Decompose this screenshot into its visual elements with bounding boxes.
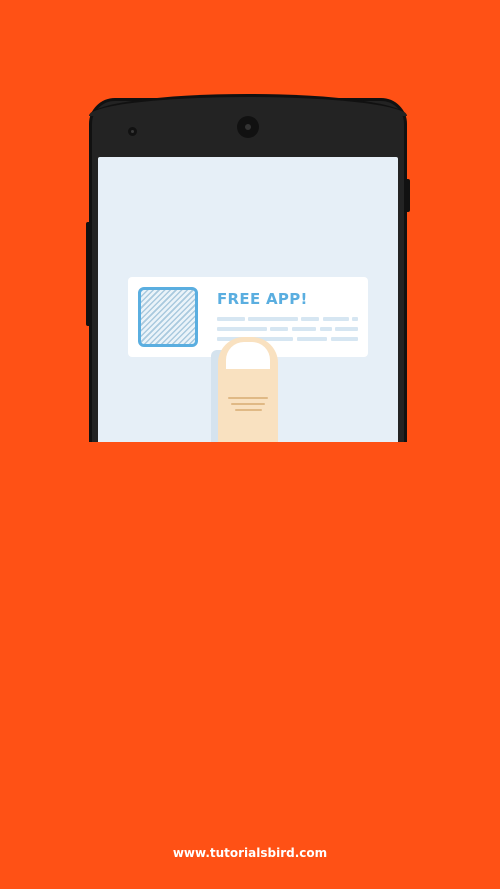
text-line xyxy=(320,327,332,331)
fingernail xyxy=(226,342,270,369)
text-line xyxy=(297,337,327,341)
knuckle-line xyxy=(231,403,265,405)
knuckle-line xyxy=(235,409,262,411)
page: FREE APP! www.tutorialsbird.com xyxy=(0,0,500,889)
ad-title: FREE APP! xyxy=(217,290,308,308)
text-line xyxy=(335,327,358,331)
phone-top-edge xyxy=(89,94,407,116)
footer-website-link[interactable]: www.tutorialsbird.com xyxy=(0,846,500,860)
camera-icon xyxy=(237,116,259,138)
phone-illustration: FREE APP! xyxy=(0,0,500,442)
sensor-icon xyxy=(128,127,137,136)
text-line xyxy=(270,327,288,331)
knuckle-line xyxy=(228,397,268,399)
text-line xyxy=(217,327,267,331)
hatched-square-icon[interactable] xyxy=(138,287,198,347)
text-line xyxy=(331,337,358,341)
text-line xyxy=(323,317,349,321)
text-line xyxy=(352,317,358,321)
text-line xyxy=(301,317,319,321)
text-line xyxy=(217,317,245,321)
text-line xyxy=(292,327,316,331)
text-line xyxy=(248,317,298,321)
